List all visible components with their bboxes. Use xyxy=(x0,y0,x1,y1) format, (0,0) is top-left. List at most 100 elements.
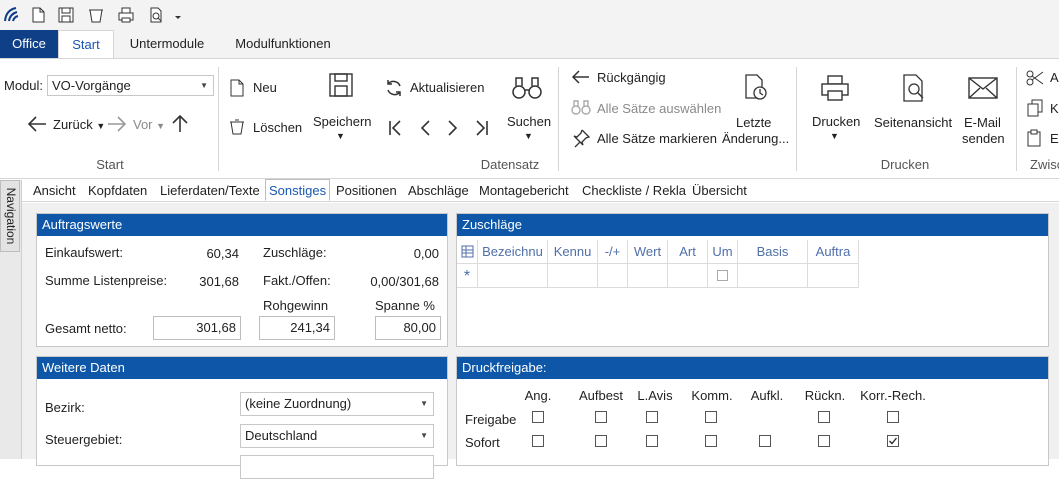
bezirk-select[interactable]: (keine Zuordnung) ▼ xyxy=(240,392,434,416)
freigabe-rueckn-checkbox[interactable] xyxy=(818,411,830,423)
recent-changes-button-line2[interactable]: Änderung... xyxy=(722,131,789,146)
zuschlaege-grid[interactable]: Bezeichnu Kennu -/+ Wert Art Um Basis Au… xyxy=(457,240,859,290)
paste-button[interactable]: E xyxy=(1050,131,1059,146)
grid-cell[interactable] xyxy=(548,264,598,288)
print-dropdown-icon[interactable]: ▼ xyxy=(830,131,839,141)
sofort-lavis-checkbox[interactable] xyxy=(646,435,658,447)
sofort-ang-checkbox[interactable] xyxy=(532,435,544,447)
delete-icon[interactable] xyxy=(86,5,106,25)
freigabe-aufbest-checkbox[interactable] xyxy=(595,411,607,423)
back-button[interactable]: Zurück ▼ xyxy=(53,117,105,132)
print-button[interactable]: Drucken xyxy=(812,114,860,129)
delete-button[interactable]: Löschen xyxy=(253,120,302,135)
freigabe-korr-rech-checkbox[interactable] xyxy=(887,411,899,423)
freigabe-ang-checkbox[interactable] xyxy=(532,411,544,423)
freigabe-komm-checkbox[interactable] xyxy=(705,411,717,423)
sofort-korr-rech-checkbox[interactable] xyxy=(887,435,899,447)
page-preview-button[interactable]: Seitenansicht xyxy=(874,115,952,130)
new-file-icon[interactable] xyxy=(28,5,48,25)
tab-positionen[interactable]: Positionen xyxy=(336,183,397,198)
checkmark-icon xyxy=(889,437,898,445)
tab-uebersicht[interactable]: Übersicht xyxy=(692,183,747,198)
tab-lieferdaten-texte[interactable]: Lieferdaten/Texte xyxy=(160,183,260,198)
modul-select[interactable]: VO-Vorgänge ▼ xyxy=(47,75,214,96)
save-icon[interactable] xyxy=(56,5,76,25)
freigabe-lavis-checkbox[interactable] xyxy=(646,411,658,423)
forward-arrow-icon[interactable] xyxy=(106,114,128,134)
group-label-start: Start xyxy=(96,157,124,172)
grid-cell[interactable] xyxy=(808,264,859,288)
print-preview-icon[interactable] xyxy=(146,5,166,25)
grid-corner-icon[interactable] xyxy=(457,240,478,264)
col-header-plusminus[interactable]: -/+ xyxy=(598,240,628,264)
spanne-field[interactable]: 80,00 xyxy=(375,316,441,340)
copy-button[interactable]: K xyxy=(1050,101,1059,116)
sofort-row-label: Sofort xyxy=(465,435,500,450)
email-button[interactable]: E-Mail xyxy=(964,115,1001,130)
undo-button[interactable]: Rückgängig xyxy=(597,70,666,85)
refresh-button[interactable]: Aktualisieren xyxy=(410,80,484,95)
tab-kopfdaten[interactable]: Kopfdaten xyxy=(88,183,147,198)
tab-start[interactable]: Start xyxy=(58,30,114,58)
col-header-wert[interactable]: Wert xyxy=(628,240,668,264)
search-dropdown-icon[interactable]: ▼ xyxy=(524,131,533,141)
druckfreigabe-panel: Druckfreigabe: Ang. Aufbest L.Avis Komm.… xyxy=(456,356,1049,466)
tab-modulfunktionen[interactable]: Modulfunktionen xyxy=(222,30,344,58)
up-arrow-icon[interactable] xyxy=(170,114,190,134)
grid-cell[interactable] xyxy=(668,264,708,288)
printer-icon xyxy=(819,74,851,102)
druckfreigabe-header: Druckfreigabe: xyxy=(457,357,1048,379)
rohgewinn-label: Rohgewinn xyxy=(263,298,329,313)
mark-all-button[interactable]: Alle Sätze markieren xyxy=(597,131,717,146)
tab-ansicht[interactable]: Ansicht xyxy=(33,183,76,198)
tab-sonstiges[interactable]: Sonstiges xyxy=(265,179,331,201)
gesamt-netto-field[interactable]: 301,68 xyxy=(153,316,241,340)
sofort-rueckn-checkbox[interactable] xyxy=(818,435,830,447)
grid-cell[interactable] xyxy=(708,264,738,288)
save-dropdown-icon[interactable]: ▼ xyxy=(336,131,345,141)
app-logo-icon xyxy=(2,5,22,25)
save-button[interactable]: Speichern xyxy=(313,114,372,129)
copy-icon xyxy=(1026,99,1044,117)
navigation-tab[interactable]: Navigation xyxy=(0,180,20,252)
search-button[interactable]: Suchen xyxy=(507,114,551,129)
col-rueckn: Rückn. xyxy=(804,388,846,403)
customize-toolbar-icon[interactable] xyxy=(172,5,184,25)
summe-listenpreise-label: Summe Listenpreise: xyxy=(45,273,168,288)
col-header-bezeichnung[interactable]: Bezeichnu xyxy=(478,240,548,264)
new-button[interactable]: Neu xyxy=(253,80,277,95)
um-checkbox[interactable] xyxy=(717,270,728,281)
zuschlaege-panel: Zuschläge Bezeichnu Kennu -/+ Wert Art U… xyxy=(456,213,1049,347)
steuergebiet-select[interactable]: Deutschland ▼ xyxy=(240,424,434,448)
steuergebiet-value: Deutschland xyxy=(245,428,318,443)
col-header-basis[interactable]: Basis xyxy=(738,240,808,264)
tab-office[interactable]: Office xyxy=(0,30,58,58)
col-komm: Komm. xyxy=(691,388,733,403)
col-header-art[interactable]: Art xyxy=(668,240,708,264)
rohgewinn-field[interactable]: 241,34 xyxy=(259,316,335,340)
grid-cell[interactable] xyxy=(598,264,628,288)
col-header-auftrag[interactable]: Auftra xyxy=(808,240,859,264)
tab-untermodule[interactable]: Untermodule xyxy=(120,30,214,58)
print-icon[interactable] xyxy=(116,5,136,25)
sofort-aufbest-checkbox[interactable] xyxy=(595,435,607,447)
weitere-daten-panel: Weitere Daten Bezirk: (keine Zuordnung) ▼… xyxy=(36,356,448,479)
forward-button[interactable]: Vor ▼ xyxy=(133,117,165,132)
tab-montagebericht[interactable]: Montagebericht xyxy=(479,183,569,198)
select-all-button[interactable]: Alle Sätze auswählen xyxy=(597,101,721,116)
recent-changes-button[interactable]: Letzte xyxy=(736,115,771,130)
cut-button[interactable]: A xyxy=(1050,70,1059,85)
col-header-um[interactable]: Um xyxy=(708,240,738,264)
sofort-aufkl-checkbox[interactable] xyxy=(759,435,771,447)
col-header-kennung[interactable]: Kennu xyxy=(548,240,598,264)
grid-cell[interactable] xyxy=(628,264,668,288)
tab-checkliste-rekla[interactable]: Checkliste / Rekla xyxy=(582,183,686,198)
zuschlaege-label: Zuschläge: xyxy=(263,245,327,260)
tab-abschlaege[interactable]: Abschläge xyxy=(408,183,469,198)
col-lavis: L.Avis xyxy=(637,388,673,403)
back-arrow-icon[interactable] xyxy=(26,114,48,134)
grid-cell[interactable] xyxy=(738,264,808,288)
email-button-line2[interactable]: senden xyxy=(962,131,1005,146)
sofort-komm-checkbox[interactable] xyxy=(705,435,717,447)
grid-cell[interactable] xyxy=(478,264,548,288)
